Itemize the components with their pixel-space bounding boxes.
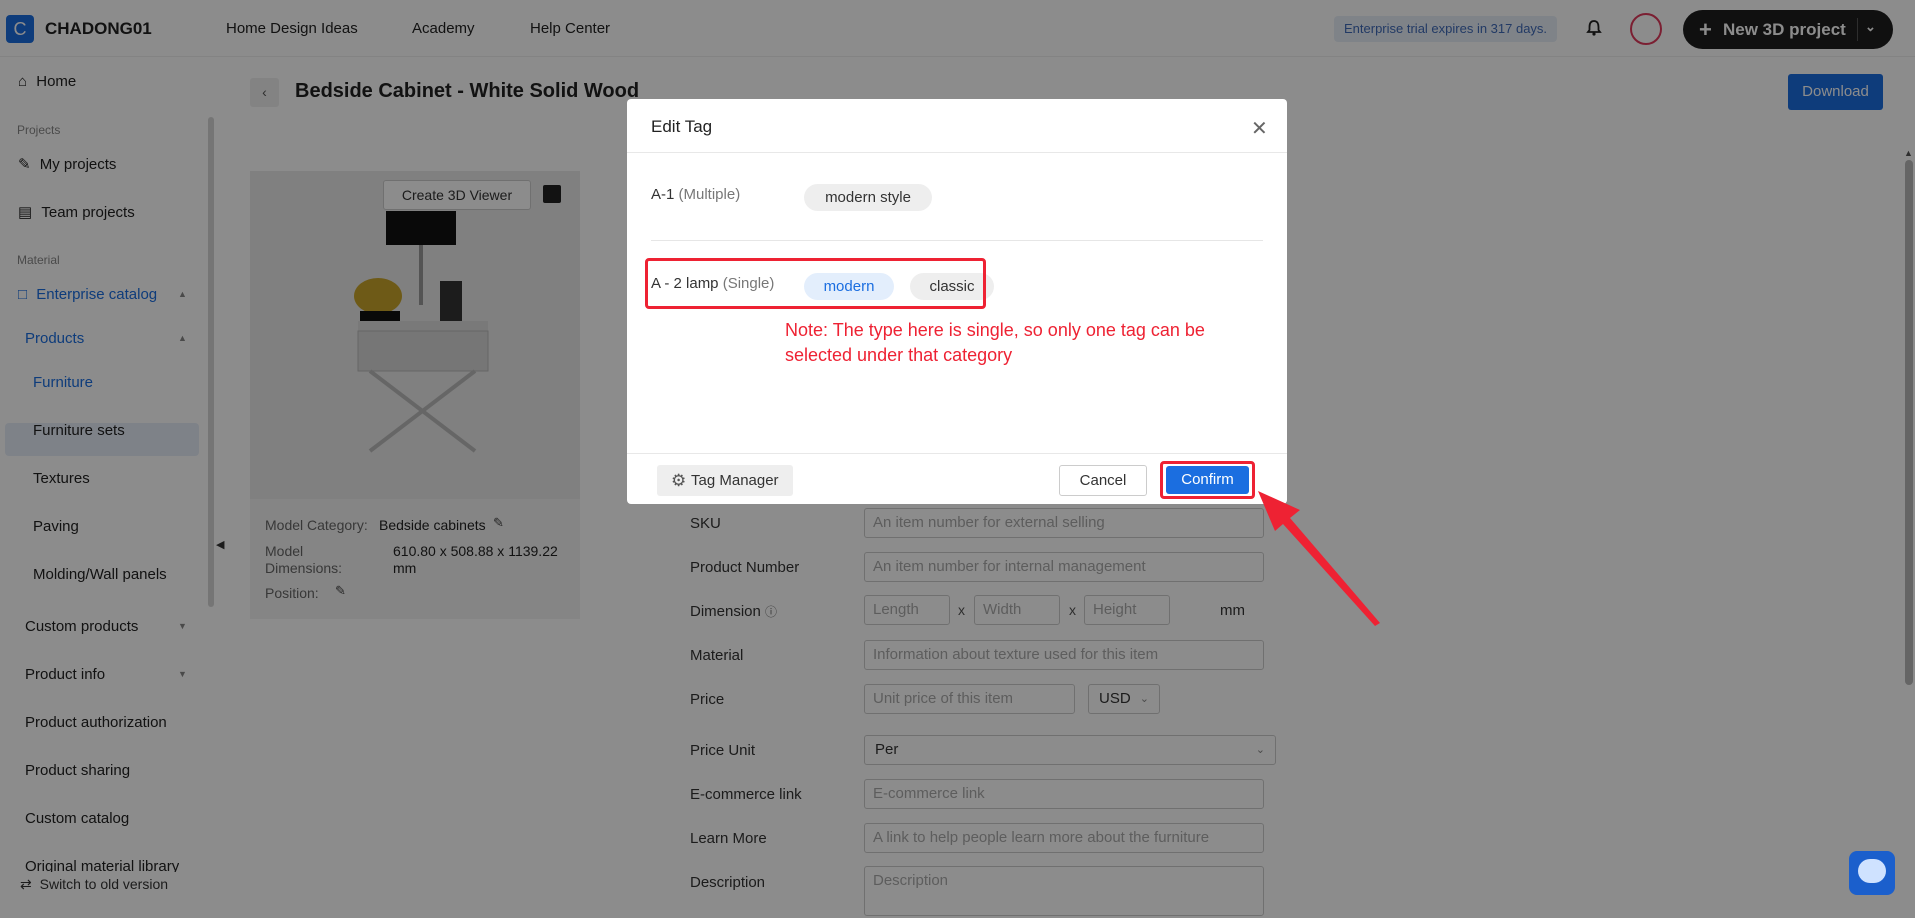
- tag-manager-label: Tag Manager: [691, 472, 779, 489]
- dialog-title: Edit Tag: [651, 117, 713, 136]
- gear-icon: ⚙: [671, 471, 687, 490]
- dialog-footer-divider: [627, 453, 1287, 454]
- cancel-button[interactable]: Cancel: [1059, 465, 1147, 496]
- tag-category-type: (Multiple): [678, 186, 741, 203]
- tag-category-name: A-1: [651, 186, 675, 203]
- chat-bubble-icon: [1858, 859, 1886, 883]
- dialog-header-divider: [627, 152, 1287, 153]
- confirm-button[interactable]: Confirm: [1166, 466, 1249, 494]
- annotation-note: Note: The type here is single, so only o…: [785, 320, 1205, 365]
- chat-support-button[interactable]: [1849, 851, 1895, 895]
- tag-category-a1-label: A-1 (Multiple): [651, 186, 740, 203]
- annotation-highlight-box: [645, 258, 986, 309]
- category-divider: [651, 240, 1263, 241]
- close-icon[interactable]: ✕: [1251, 116, 1268, 141]
- tag-modern-style[interactable]: modern style: [804, 184, 932, 211]
- tag-manager-button[interactable]: ⚙ Tag Manager: [657, 465, 793, 496]
- annotation-arrow: [1258, 491, 1380, 626]
